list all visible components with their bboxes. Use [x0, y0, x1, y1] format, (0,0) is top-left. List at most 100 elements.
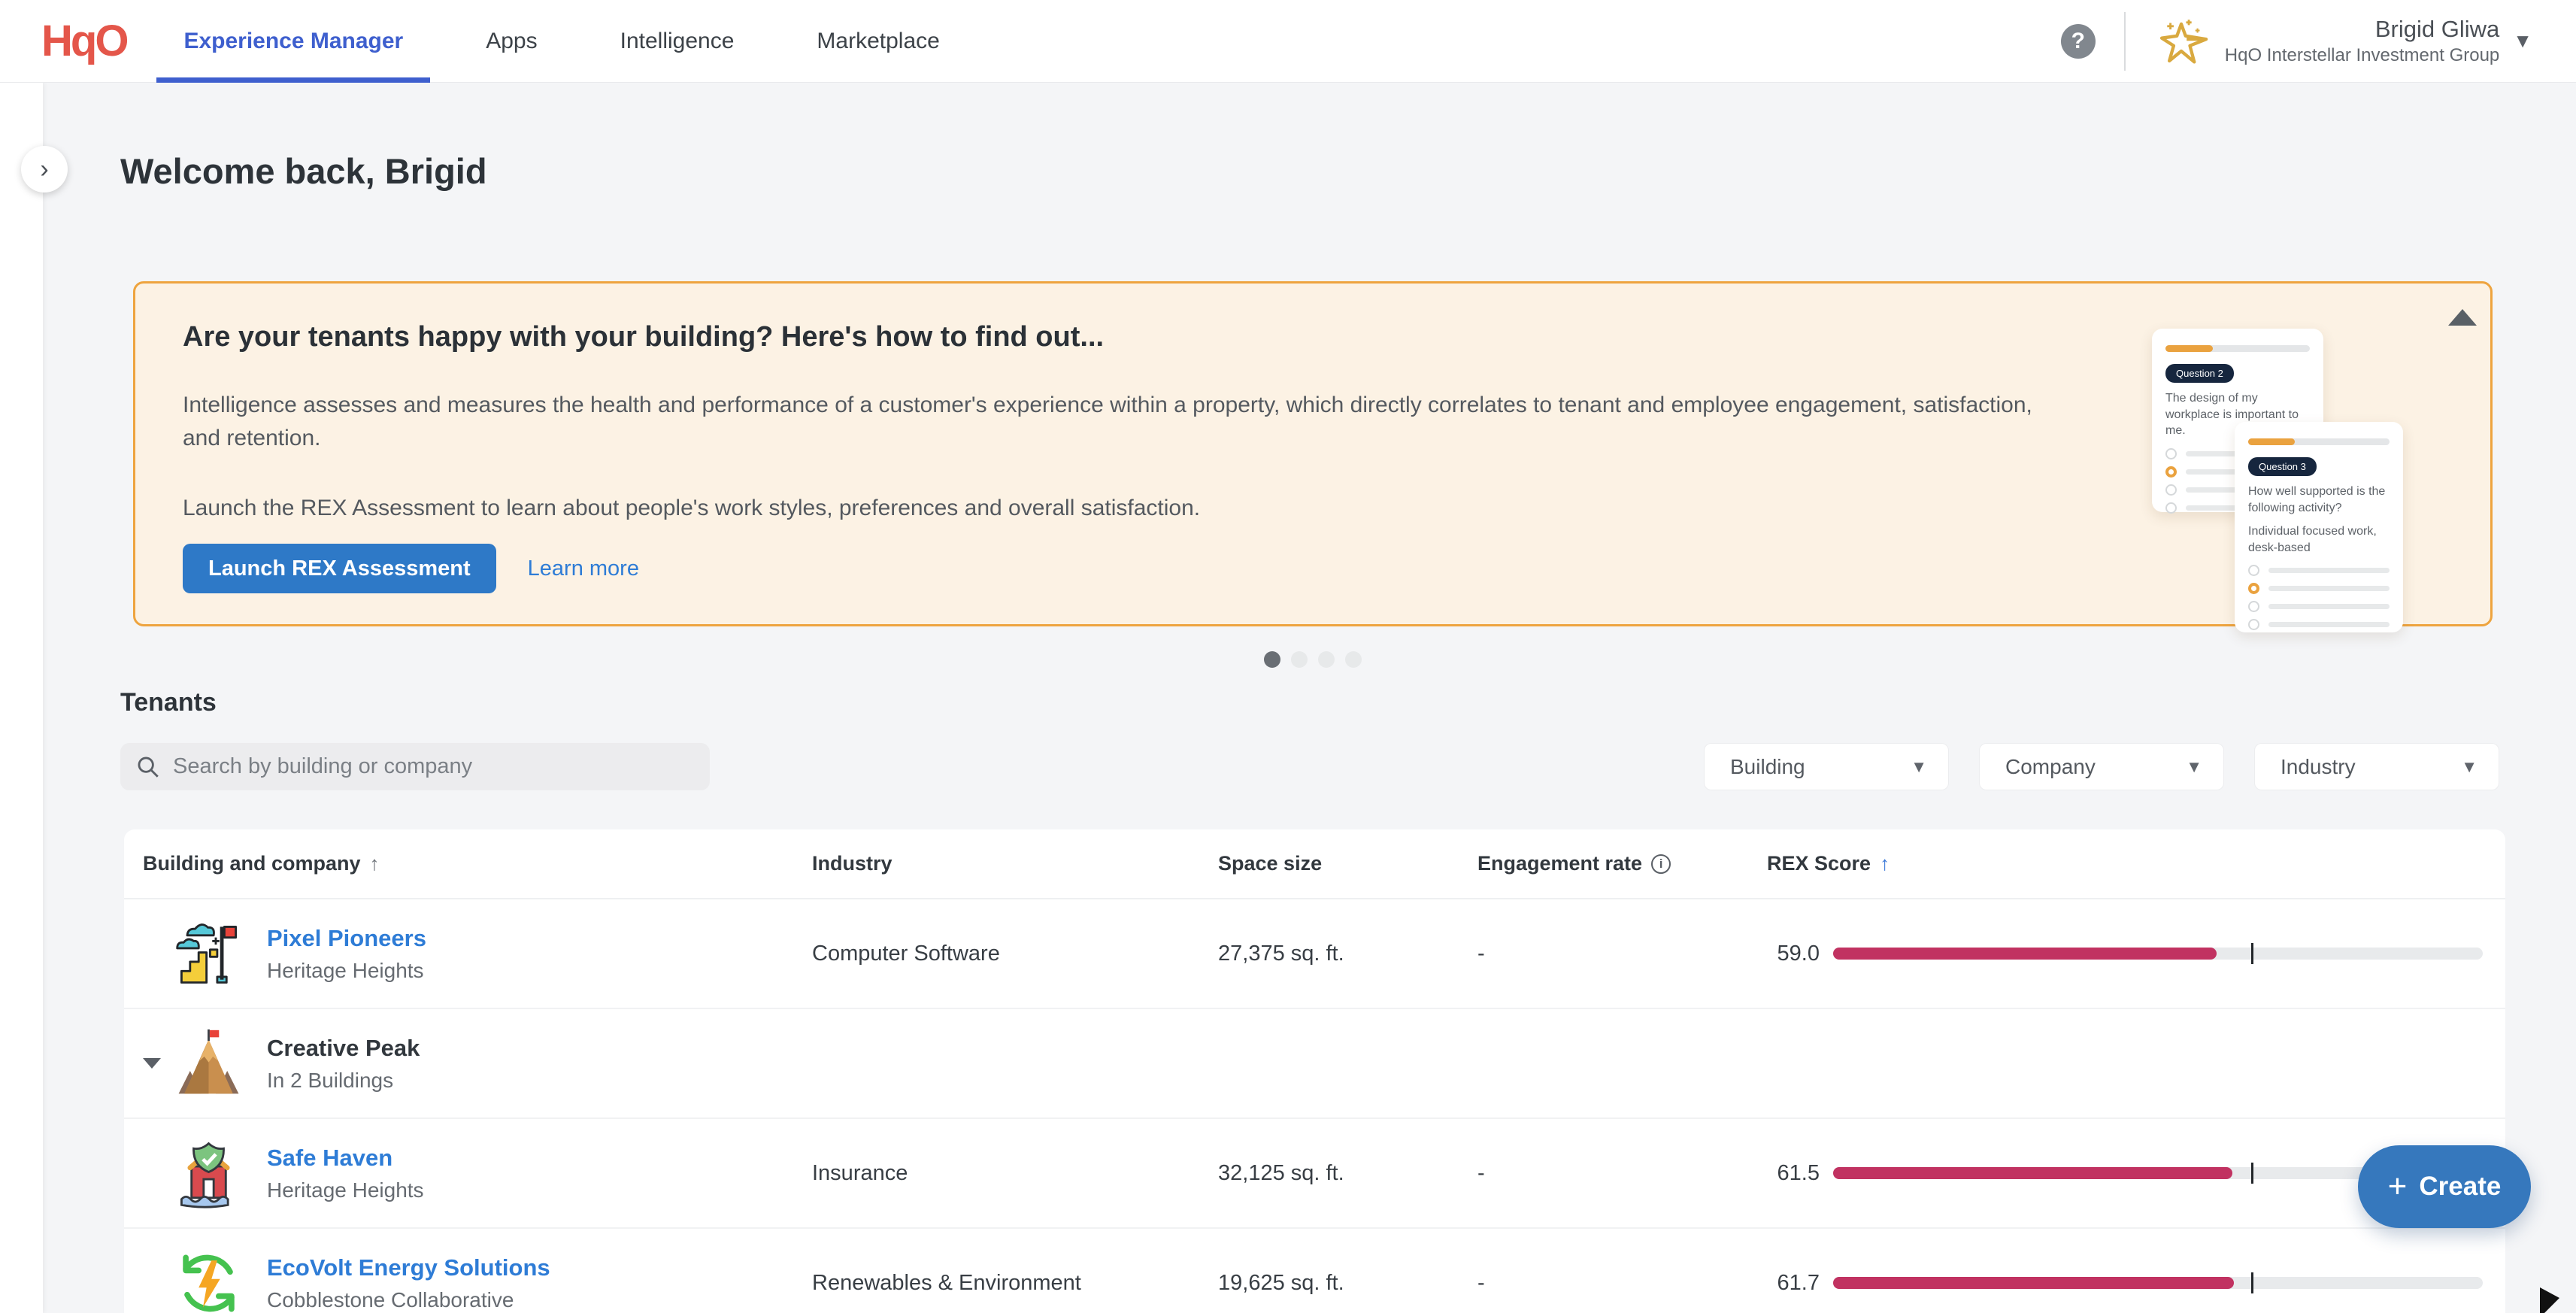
company-name-link[interactable]: EcoVolt Energy Solutions — [267, 1254, 550, 1281]
nav-tab-intelligence[interactable]: Intelligence — [593, 0, 762, 83]
nav-tab-apps[interactable]: Apps — [459, 0, 564, 83]
pixel-pioneers-logo — [173, 918, 244, 990]
radio-icon — [2248, 619, 2259, 630]
tenants-heading: Tenants — [120, 688, 217, 717]
launch-rex-assessment-button[interactable]: Launch REX Assessment — [183, 544, 496, 593]
filter-dropdown-building[interactable]: Building ▼ — [1704, 743, 1949, 790]
rex-score-value: 61.7 — [1767, 1271, 1820, 1296]
company-text: EcoVolt Energy Solutions Cobblestone Col… — [267, 1254, 550, 1312]
answer-options — [2248, 565, 2390, 630]
question-subtext: Individual focused work, desk-based — [2248, 523, 2390, 556]
company-text: Safe Haven Heritage Heights — [267, 1145, 424, 1202]
chevron-down-icon: ▼ — [2461, 757, 2478, 777]
search-input[interactable] — [173, 754, 695, 779]
column-space-size[interactable]: Space size — [1218, 852, 1477, 875]
survey-progress-track — [2165, 345, 2310, 352]
nav-tab-label: Intelligence — [620, 29, 735, 54]
nav-tab-experience-manager[interactable]: Experience Manager — [156, 0, 430, 83]
filter-label: Company — [2005, 755, 2096, 779]
rex-score-fill — [1833, 948, 2217, 960]
help-icon[interactable]: ? — [2061, 24, 2096, 59]
column-building-and-company[interactable]: Building and company ↑ — [143, 852, 812, 875]
question-badge: Question 2 — [2165, 364, 2234, 383]
account-org: HqO Interstellar Investment Group — [2225, 44, 2499, 67]
table-filters: Building ▼ Company ▼ Industry ▼ — [1704, 743, 2499, 790]
top-nav: HqO Experience Manager Apps Intelligence Ma… — [0, 0, 2576, 83]
carousel-dot-3[interactable] — [1318, 651, 1335, 668]
company-location: Heritage Heights — [267, 1178, 424, 1202]
rex-score-bar — [1833, 948, 2483, 960]
table-row: Pixel Pioneers Heritage Heights Computer… — [124, 899, 2505, 1009]
collapse-banner-caret-up-icon[interactable] — [2448, 309, 2477, 326]
company-logo — [173, 1248, 244, 1313]
survey-illustration-card-2: Question 3 How well supported is the fol… — [2235, 422, 2403, 632]
carousel-dot-2[interactable] — [1291, 651, 1308, 668]
answer-option — [2248, 565, 2390, 576]
account-name: Brigid Gliwa — [2225, 15, 2499, 44]
answer-placeholder-line — [2268, 622, 2390, 627]
nav-divider — [2124, 12, 2126, 71]
rex-promo-banner: Are your tenants happy with your buildin… — [133, 281, 2493, 626]
answer-placeholder-line — [2268, 604, 2390, 609]
filter-dropdown-company[interactable]: Company ▼ — [1979, 743, 2224, 790]
company-location: Heritage Heights — [267, 959, 426, 983]
sort-asc-active-icon: ↑ — [1880, 852, 1890, 875]
ecovolt-logo — [173, 1248, 244, 1313]
plus-icon: + — [2388, 1170, 2408, 1203]
radio-icon — [2165, 484, 2177, 496]
table-row: EcoVolt Energy Solutions Cobblestone Col… — [124, 1229, 2505, 1313]
chevron-down-icon[interactable]: ▼ — [2513, 29, 2532, 53]
company-location: Cobblestone Collaborative — [267, 1288, 550, 1312]
account-menu[interactable]: Brigid Gliwa HqO Interstellar Investment… — [2225, 15, 2499, 67]
tenant-search — [120, 743, 710, 790]
learn-more-link[interactable]: Learn more — [528, 556, 639, 581]
radio-icon — [2165, 448, 2177, 459]
cell-building-and-company: Creative Peak In 2 Buildings — [143, 1028, 812, 1099]
carousel-dot-1[interactable] — [1264, 651, 1280, 668]
nav-right: ? Brigid Gliwa HqO Interstellar Investme… — [2061, 12, 2532, 71]
tenants-table: Building and company ↑ Industry Space si… — [124, 829, 2505, 1313]
company-logo — [173, 1138, 244, 1209]
company-name-link[interactable]: Safe Haven — [267, 1145, 424, 1172]
rex-score-fill — [1833, 1277, 2234, 1289]
filter-dropdown-industry[interactable]: Industry ▼ — [2254, 743, 2499, 790]
column-label: Building and company — [143, 852, 361, 875]
create-button[interactable]: + Create — [2358, 1145, 2531, 1228]
survey-progress-track — [2248, 438, 2390, 445]
app-screen: HqO Experience Manager Apps Intelligence Ma… — [0, 0, 2576, 1313]
column-engagement-rate[interactable]: Engagement rate i — [1477, 852, 1767, 875]
sort-asc-icon: ↑ — [370, 852, 380, 875]
company-name-link[interactable]: Pixel Pioneers — [267, 925, 426, 952]
info-icon[interactable]: i — [1651, 854, 1671, 874]
column-rex-score[interactable]: REX Score ↑ — [1767, 852, 2483, 875]
radio-icon — [2248, 583, 2259, 594]
create-label: Create — [2419, 1172, 2501, 1202]
banner-title: Are your tenants happy with your buildin… — [183, 321, 1104, 353]
creative-peak-logo — [173, 1028, 244, 1099]
table-row: Creative Peak In 2 Buildings — [124, 1009, 2505, 1119]
table-row: Safe Haven Heritage Heights Insurance 32… — [124, 1119, 2505, 1229]
mouse-cursor — [2540, 1287, 2559, 1313]
carousel-dot-4[interactable] — [1345, 651, 1362, 668]
company-text: Creative Peak In 2 Buildings — [267, 1035, 420, 1093]
primary-nav: Experience Manager Apps Intelligence Market… — [156, 0, 995, 83]
cell-industry: Computer Software — [812, 942, 1218, 966]
column-label: Industry — [812, 852, 893, 875]
nav-tab-label: Experience Manager — [183, 29, 403, 54]
column-label: REX Score — [1767, 852, 1871, 875]
chevron-down-icon: ▼ — [2186, 757, 2202, 777]
table-header-row: Building and company ↑ Industry Space si… — [124, 829, 2505, 899]
nav-tab-marketplace[interactable]: Marketplace — [789, 0, 966, 83]
sidebar-expand-button[interactable]: › — [21, 146, 68, 193]
answer-placeholder-line — [2268, 568, 2390, 573]
question-text: How well supported is the following acti… — [2248, 484, 2390, 516]
column-industry[interactable]: Industry — [812, 852, 1218, 875]
search-icon — [135, 754, 161, 780]
banner-paragraph-1: Intelligence assesses and measures the h… — [183, 389, 2040, 454]
table-body: Pixel Pioneers Heritage Heights Computer… — [124, 899, 2505, 1313]
company-logo — [173, 1028, 244, 1099]
banner-carousel-dots — [133, 651, 2493, 668]
expand-row-caret-icon[interactable] — [143, 1058, 161, 1069]
hqo-logo[interactable]: HqO — [41, 16, 126, 66]
nav-tab-label: Marketplace — [817, 29, 939, 54]
